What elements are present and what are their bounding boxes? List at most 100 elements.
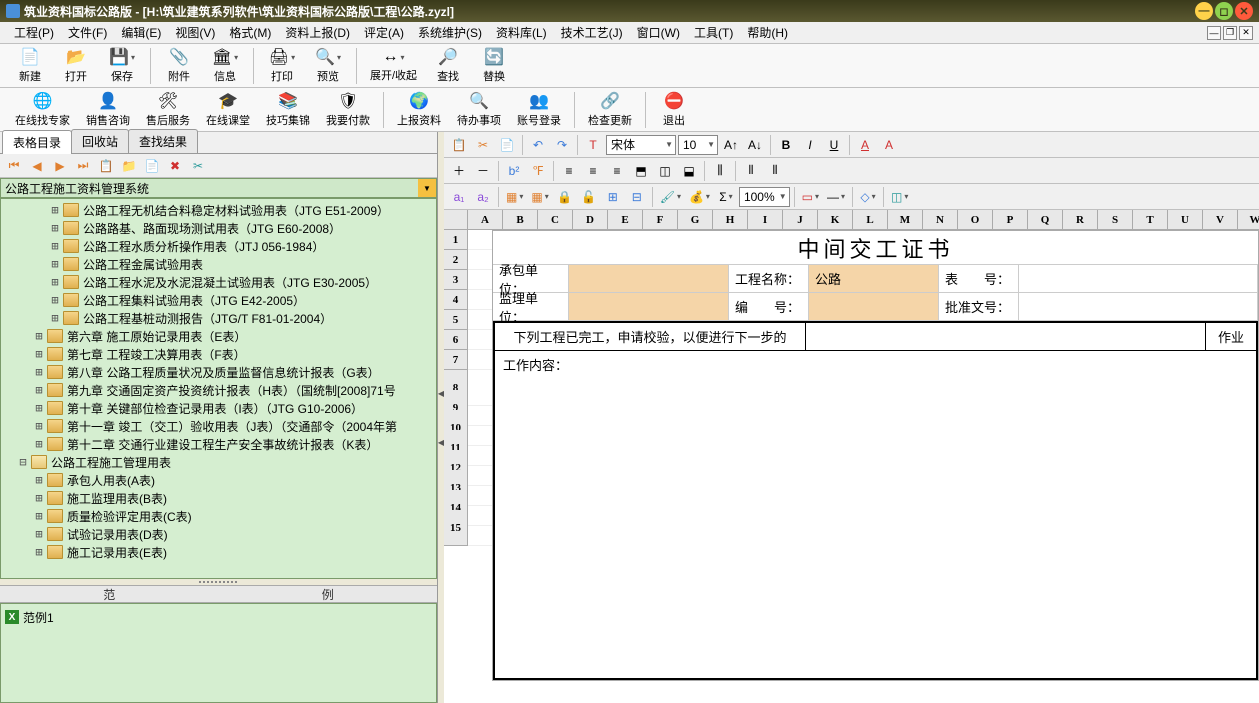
barcode2-icon[interactable]: ⦀ — [740, 160, 762, 182]
tree-node[interactable]: ⊞承包人用表(A表) — [1, 471, 436, 489]
barcode3-icon[interactable]: ⫴ — [764, 160, 786, 182]
menu-窗口W[interactable]: 窗口(W) — [631, 22, 686, 43]
valign-top-icon[interactable]: ⬒ — [630, 160, 652, 182]
barcode-icon[interactable]: ⫼ — [709, 160, 731, 182]
expand-icon[interactable]: ⊞ — [49, 221, 61, 235]
find-button[interactable]: 🔎查找 — [426, 46, 470, 86]
font-color2-button[interactable]: A — [878, 134, 900, 156]
open-button[interactable]: 📂打开 — [54, 46, 98, 86]
print-button[interactable]: 🖨▾打印 — [260, 46, 304, 86]
nav-first-icon[interactable]: ⏮ — [4, 156, 24, 176]
col-Q[interactable]: Q — [1028, 210, 1063, 230]
upload-button[interactable]: 🌍上报资料 — [390, 90, 448, 130]
menu-文件F[interactable]: 文件(F) — [62, 22, 113, 43]
col-U[interactable]: U — [1168, 210, 1203, 230]
tree-node[interactable]: ⊞第七章 工程竣工决算用表（F表） — [1, 345, 436, 363]
row-5[interactable]: 5 — [444, 310, 468, 330]
grid-corner[interactable] — [444, 210, 468, 230]
lock-icon[interactable]: 🔒 — [554, 186, 576, 208]
bold-button[interactable]: B — [775, 134, 797, 156]
tree-node[interactable]: ⊞第十二章 交通行业建设工程生产安全事故统计报表（K表） — [1, 435, 436, 453]
col-N[interactable]: N — [923, 210, 958, 230]
mdi-restore[interactable]: ❐ — [1223, 26, 1237, 40]
expand-icon[interactable]: ⊟ — [17, 455, 29, 469]
attach-button[interactable]: 📎附件 — [157, 46, 201, 86]
col-J[interactable]: J — [783, 210, 818, 230]
col-B[interactable]: B — [503, 210, 538, 230]
close-button[interactable]: ✕ — [1235, 2, 1253, 20]
superscript-icon[interactable]: b² — [503, 160, 525, 182]
merge-icon[interactable]: ◫▾ — [888, 186, 911, 208]
pay-button[interactable]: 🛡我要付款 — [319, 90, 377, 130]
expand-icon[interactable]: ⊞ — [33, 383, 45, 397]
line-icon[interactable]: —▾ — [824, 186, 848, 208]
tree-node[interactable]: ⊞第九章 交通固定资产投资统计报表（H表）（国统制[2008]71号 — [1, 381, 436, 399]
expand-icon[interactable]: ⊞ — [49, 293, 61, 307]
delete-icon[interactable]: ✖ — [165, 156, 185, 176]
expand-icon[interactable]: ⊞ — [33, 347, 45, 361]
paint-icon[interactable]: 🖌▾ — [657, 186, 684, 208]
combo-dropdown-icon[interactable]: ▼ — [418, 179, 436, 197]
tree-node[interactable]: ⊞质量检验评定用表(C表) — [1, 507, 436, 525]
sum-icon[interactable]: Σ▾ — [715, 186, 737, 208]
info-button[interactable]: 🏛▾信息 — [203, 46, 247, 86]
tree-node[interactable]: ⊞施工监理用表(B表) — [1, 489, 436, 507]
example-list[interactable]: X 范例1 — [0, 603, 437, 703]
tree-node[interactable]: ⊞公路路基、路面现场测试用表（JTG E60-2008） — [1, 219, 436, 237]
expand-icon[interactable]: ⊞ — [33, 365, 45, 379]
input-approval[interactable] — [1019, 293, 1258, 320]
subscript-icon[interactable]: a₁ — [448, 186, 470, 208]
expert-button[interactable]: 🌐在线找专家 — [8, 90, 77, 130]
minus-icon[interactable]: － — [472, 160, 494, 182]
input-tableno[interactable] — [1019, 265, 1258, 292]
copy-icon[interactable]: 📋 — [448, 134, 470, 156]
row-6[interactable]: 6 — [444, 330, 468, 350]
undo-icon[interactable]: ↶ — [527, 134, 549, 156]
tree-node[interactable]: ⊞第十章 关键部位检查记录用表（I表）（JTG G10-2006） — [1, 399, 436, 417]
save-button[interactable]: 💾▾保存 — [100, 46, 144, 86]
col-L[interactable]: L — [853, 210, 888, 230]
tree-node[interactable]: ⊞公路工程集料试验用表（JTG E42-2005） — [1, 291, 436, 309]
nav-prev-icon[interactable]: ◀ — [27, 156, 47, 176]
nav-last-icon[interactable]: ⏭ — [73, 156, 93, 176]
replace-button[interactable]: 🔄替换 — [472, 46, 516, 86]
expand-icon[interactable]: ⊞ — [33, 419, 45, 433]
row-3[interactable]: 3 — [444, 270, 468, 290]
menu-帮助H[interactable]: 帮助(H) — [741, 22, 794, 43]
row-4[interactable]: 4 — [444, 290, 468, 310]
tree-node[interactable]: ⊞第八章 公路工程质量状况及质量监督信息统计报表（G表） — [1, 363, 436, 381]
col-I[interactable]: I — [748, 210, 783, 230]
font-size-select[interactable]: 10▼ — [678, 135, 718, 155]
col-W[interactable]: W — [1238, 210, 1259, 230]
valign-bot-icon[interactable]: ⬓ — [678, 160, 700, 182]
expand-icon[interactable]: ⊞ — [33, 545, 45, 559]
input-project[interactable]: 公路 — [809, 265, 939, 292]
service-button[interactable]: 🛠售后服务 — [139, 90, 197, 130]
tab-2[interactable]: 查找结果 — [128, 129, 198, 153]
menu-工具T[interactable]: 工具(T) — [688, 22, 739, 43]
col-A[interactable]: A — [468, 210, 503, 230]
row-2[interactable]: 2 — [444, 250, 468, 270]
col-E[interactable]: E — [608, 210, 643, 230]
expand-icon[interactable]: ⊞ — [49, 257, 61, 271]
system-combo[interactable]: 公路工程施工资料管理系统 ▼ — [0, 178, 437, 198]
menu-评定A[interactable]: 评定(A) — [358, 22, 410, 43]
exit-button[interactable]: ⛔退出 — [652, 90, 696, 130]
align-center-icon[interactable]: ≡ — [582, 160, 604, 182]
col-P[interactable]: P — [993, 210, 1028, 230]
expand-icon[interactable]: ⊞ — [49, 275, 61, 289]
expand-icon[interactable]: ⊞ — [33, 473, 45, 487]
paste-icon[interactable]: 📄 — [496, 134, 518, 156]
unlock-icon[interactable]: 🔓 — [578, 186, 600, 208]
col-V[interactable]: V — [1203, 210, 1238, 230]
symbol-icon[interactable]: ℉ — [527, 160, 549, 182]
folder-icon[interactable]: 📁 — [119, 156, 139, 176]
row-7[interactable]: 7 — [444, 350, 468, 370]
mdi-close[interactable]: ✕ — [1239, 26, 1253, 40]
grid2-icon[interactable]: ▦▾ — [528, 186, 551, 208]
expand-icon[interactable]: ⊞ — [33, 509, 45, 523]
input-supervisor[interactable] — [569, 293, 729, 320]
tab-1[interactable]: 回收站 — [71, 129, 129, 153]
col-F[interactable]: F — [643, 210, 678, 230]
col-D[interactable]: D — [573, 210, 608, 230]
